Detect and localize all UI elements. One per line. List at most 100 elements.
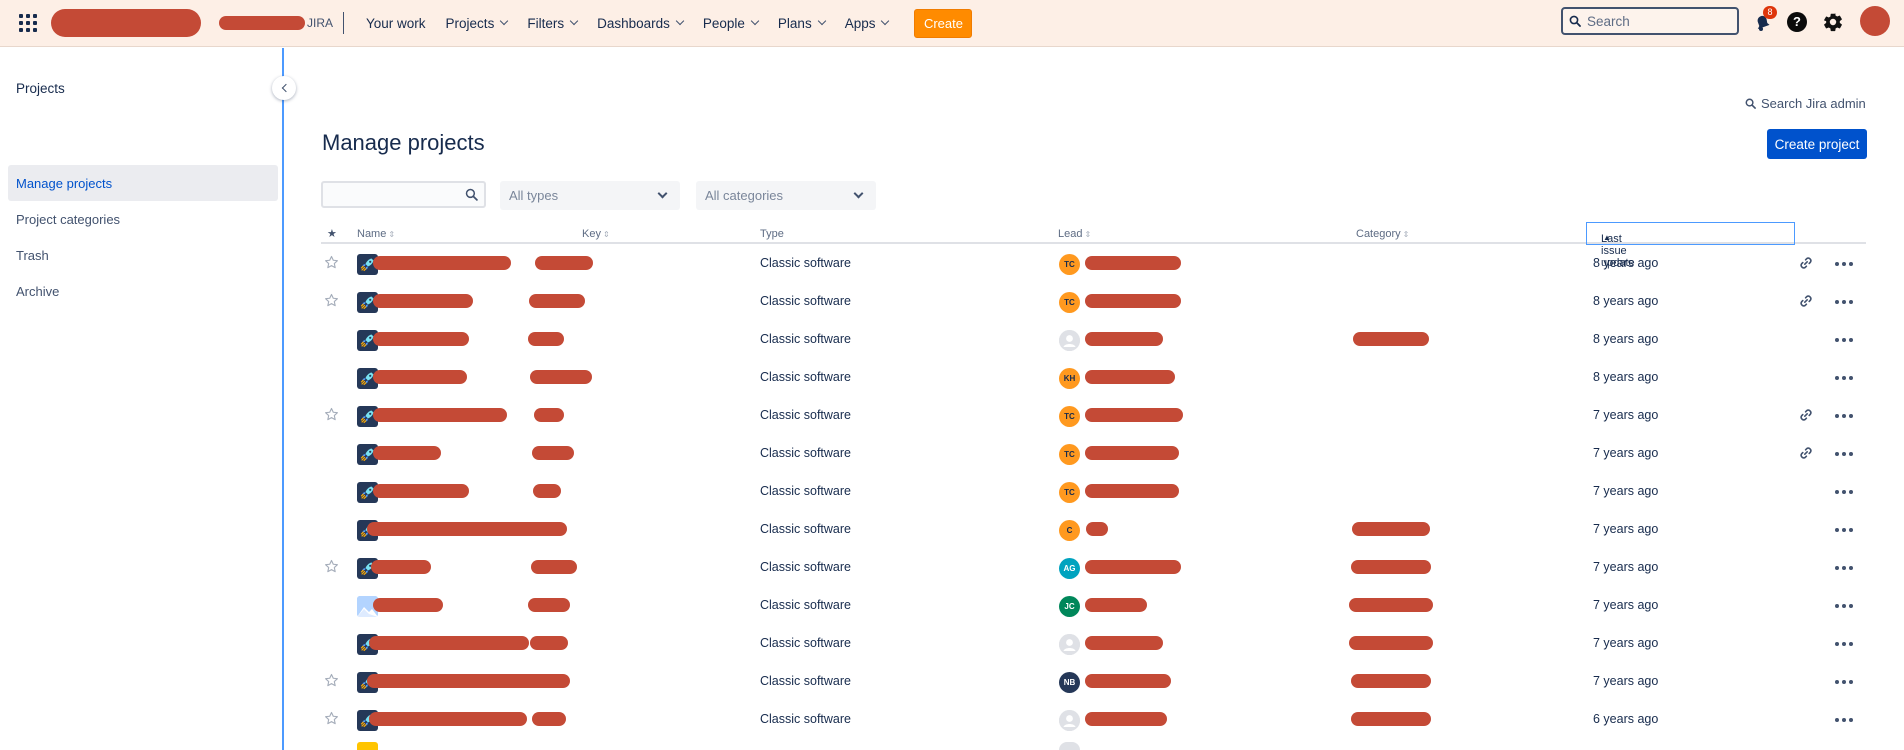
- column-header-name[interactable]: Name ⇕: [357, 228, 395, 240]
- project-type: Classic software: [760, 370, 851, 384]
- table-row[interactable]: Classic software KH 8 years ago: [321, 358, 1866, 396]
- category-redacted: [1351, 712, 1431, 726]
- table-row[interactable]: Classic software TC 8 years ago: [321, 282, 1866, 320]
- table-row[interactable]: Classic software 8 years ago: [321, 320, 1866, 358]
- global-search-input[interactable]: Search: [1561, 7, 1739, 35]
- sidebar-item-archive[interactable]: Archive: [8, 273, 278, 309]
- more-actions-icon[interactable]: [1835, 680, 1853, 684]
- project-name-redacted[interactable]: [373, 598, 443, 612]
- sidebar-item-manage-projects[interactable]: Manage projects: [8, 165, 278, 201]
- project-name-redacted[interactable]: [373, 332, 469, 346]
- nav-item-apps[interactable]: Apps: [835, 7, 899, 39]
- sidebar-item-trash[interactable]: Trash: [8, 237, 278, 273]
- lead-name-redacted[interactable]: [1085, 370, 1175, 384]
- project-search-input[interactable]: [321, 181, 486, 208]
- table-row[interactable]: Classic software 6 years ago: [321, 700, 1866, 738]
- more-actions-icon[interactable]: [1835, 376, 1853, 380]
- more-actions-icon[interactable]: [1835, 642, 1853, 646]
- sidebar-item-project-categories[interactable]: Project categories: [8, 201, 278, 237]
- more-actions-icon[interactable]: [1835, 262, 1853, 266]
- more-actions-icon[interactable]: [1835, 414, 1853, 418]
- table-row[interactable]: Classic software TC 7 years ago: [321, 396, 1866, 434]
- lead-name-redacted[interactable]: [1085, 446, 1179, 460]
- star-icon[interactable]: [324, 711, 339, 729]
- user-avatar-redacted[interactable]: [1860, 6, 1890, 36]
- more-actions-icon[interactable]: [1835, 338, 1853, 342]
- star-icon[interactable]: [324, 293, 339, 311]
- lead-name-redacted[interactable]: [1085, 484, 1179, 498]
- project-name-redacted[interactable]: [373, 484, 469, 498]
- chevron-down-icon: [881, 16, 890, 26]
- nav-item-your-work[interactable]: Your work: [356, 7, 436, 39]
- lead-name-redacted[interactable]: [1085, 598, 1147, 612]
- table-row[interactable]: Classic software JC 7 years ago: [321, 586, 1866, 624]
- lead-name-redacted[interactable]: [1085, 294, 1181, 308]
- project-name-redacted[interactable]: [373, 294, 473, 308]
- project-name-redacted[interactable]: [367, 674, 553, 688]
- table-row[interactable]: Classic software TC 7 years ago: [321, 472, 1866, 510]
- nav-item-projects[interactable]: Projects: [436, 7, 518, 39]
- site-logo-redacted[interactable]: [51, 9, 201, 37]
- project-name-redacted[interactable]: [373, 408, 507, 422]
- search-jira-admin-link[interactable]: Search Jira admin: [1745, 96, 1866, 111]
- lead-name-redacted[interactable]: [1085, 674, 1171, 688]
- column-header-key[interactable]: Key ⇕: [582, 228, 610, 240]
- more-actions-icon[interactable]: [1835, 528, 1853, 532]
- table-row[interactable]: Classic software 7 years ago: [321, 624, 1866, 662]
- nav-item-people[interactable]: People: [693, 7, 768, 39]
- help-icon[interactable]: ?: [1787, 12, 1807, 32]
- create-button[interactable]: Create: [914, 8, 973, 38]
- column-header-lead[interactable]: Lead ⇕: [1058, 228, 1091, 240]
- table-row[interactable]: Classic software TC 7 years ago: [321, 434, 1866, 472]
- settings-gear-icon[interactable]: [1822, 11, 1844, 33]
- more-actions-icon[interactable]: [1835, 490, 1853, 494]
- project-name-redacted[interactable]: [371, 560, 431, 574]
- category-filter-select[interactable]: All categories: [696, 181, 876, 210]
- lead-name-redacted[interactable]: [1085, 256, 1181, 270]
- project-name-redacted[interactable]: [367, 522, 553, 536]
- project-key-redacted: [529, 294, 585, 308]
- project-name-redacted[interactable]: [369, 636, 529, 650]
- last-issue-update: 6 years ago: [1593, 712, 1659, 726]
- more-actions-icon[interactable]: [1835, 718, 1853, 722]
- more-actions-icon[interactable]: [1835, 300, 1853, 304]
- project-name-redacted[interactable]: [373, 370, 467, 384]
- project-key-redacted: [528, 332, 564, 346]
- column-header-last-issue-update[interactable]: Last issue update ▲: [1586, 222, 1795, 269]
- project-name-redacted[interactable]: [373, 256, 511, 270]
- link-icon[interactable]: [1798, 407, 1814, 426]
- lead-name-redacted[interactable]: [1085, 636, 1163, 650]
- star-icon[interactable]: [324, 407, 339, 425]
- link-icon[interactable]: [1798, 255, 1814, 274]
- project-name-redacted[interactable]: [373, 446, 441, 460]
- nav-item-dashboards[interactable]: Dashboards: [587, 7, 693, 39]
- lead-name-redacted[interactable]: [1086, 522, 1108, 536]
- link-icon[interactable]: [1798, 293, 1814, 312]
- nav-item-plans[interactable]: Plans: [768, 7, 835, 39]
- more-actions-icon[interactable]: [1835, 566, 1853, 570]
- app-switcher-icon[interactable]: [19, 14, 37, 32]
- create-project-button[interactable]: Create project: [1767, 129, 1867, 159]
- top-navigation-bar: JIRA Your work Projects Filters Dashboards P…: [0, 0, 1904, 47]
- project-key-redacted: [530, 370, 592, 384]
- lead-name-redacted[interactable]: [1085, 560, 1181, 574]
- lead-name-redacted[interactable]: [1085, 712, 1167, 726]
- more-actions-icon[interactable]: [1835, 452, 1853, 456]
- lead-name-redacted[interactable]: [1085, 408, 1183, 422]
- collapse-sidebar-button[interactable]: [272, 76, 296, 100]
- star-icon[interactable]: [324, 255, 339, 273]
- project-name-redacted[interactable]: [369, 712, 527, 726]
- type-filter-select[interactable]: All types: [500, 181, 680, 210]
- star-icon[interactable]: [324, 673, 339, 691]
- more-actions-icon[interactable]: [1835, 604, 1853, 608]
- lead-name-redacted[interactable]: [1085, 332, 1163, 346]
- table-row[interactable]: Classic software NB 7 years ago: [321, 662, 1866, 700]
- category-redacted: [1353, 332, 1429, 346]
- nav-item-filters[interactable]: Filters: [517, 7, 587, 39]
- table-row[interactable]: Classic software TC 8 years ago: [321, 244, 1866, 282]
- table-row[interactable]: Classic software C 7 years ago: [321, 510, 1866, 548]
- table-row[interactable]: Classic software AG 7 years ago: [321, 548, 1866, 586]
- star-icon[interactable]: [324, 559, 339, 577]
- column-header-category[interactable]: Category ⇕: [1356, 228, 1409, 240]
- link-icon[interactable]: [1798, 445, 1814, 464]
